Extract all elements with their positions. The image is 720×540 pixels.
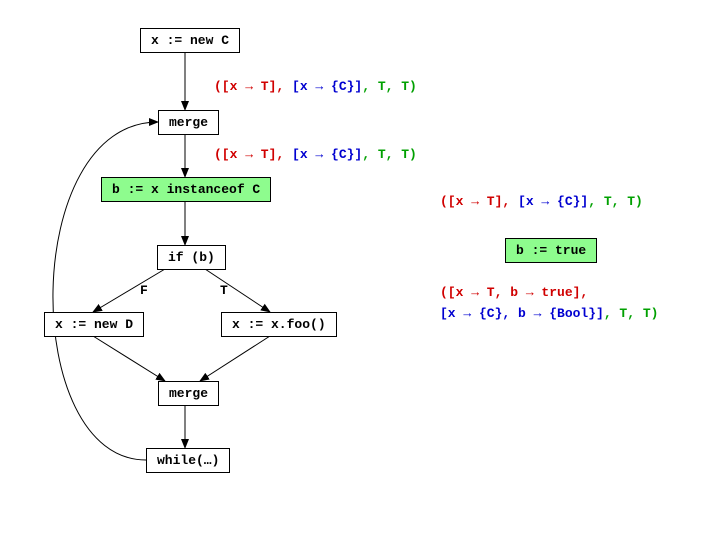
- node-new-c: x := new C: [140, 28, 240, 53]
- state-annotation-4: ([x → T, b → true], [x → {C}, b → {Bool}…: [440, 285, 658, 321]
- state-annotation-2: ([x → T], [x → {C}], T, T): [214, 147, 417, 162]
- node-merge-2: merge: [158, 381, 219, 406]
- node-new-d: x := new D: [44, 312, 144, 337]
- branch-true-label: T: [220, 283, 228, 298]
- node-if-b: if (b): [157, 245, 226, 270]
- node-instanceof: b := x instanceof C: [101, 177, 271, 202]
- node-while: while(…): [146, 448, 230, 473]
- state-annotation-1: ([x → T], [x → {C}], T, T): [214, 79, 417, 94]
- node-merge-1: merge: [158, 110, 219, 135]
- branch-false-label: F: [140, 283, 148, 298]
- state-annotation-3: ([x → T], [x → {C}], T, T): [440, 194, 643, 209]
- node-x-foo: x := x.foo(): [221, 312, 337, 337]
- node-b-true: b := true: [505, 238, 597, 263]
